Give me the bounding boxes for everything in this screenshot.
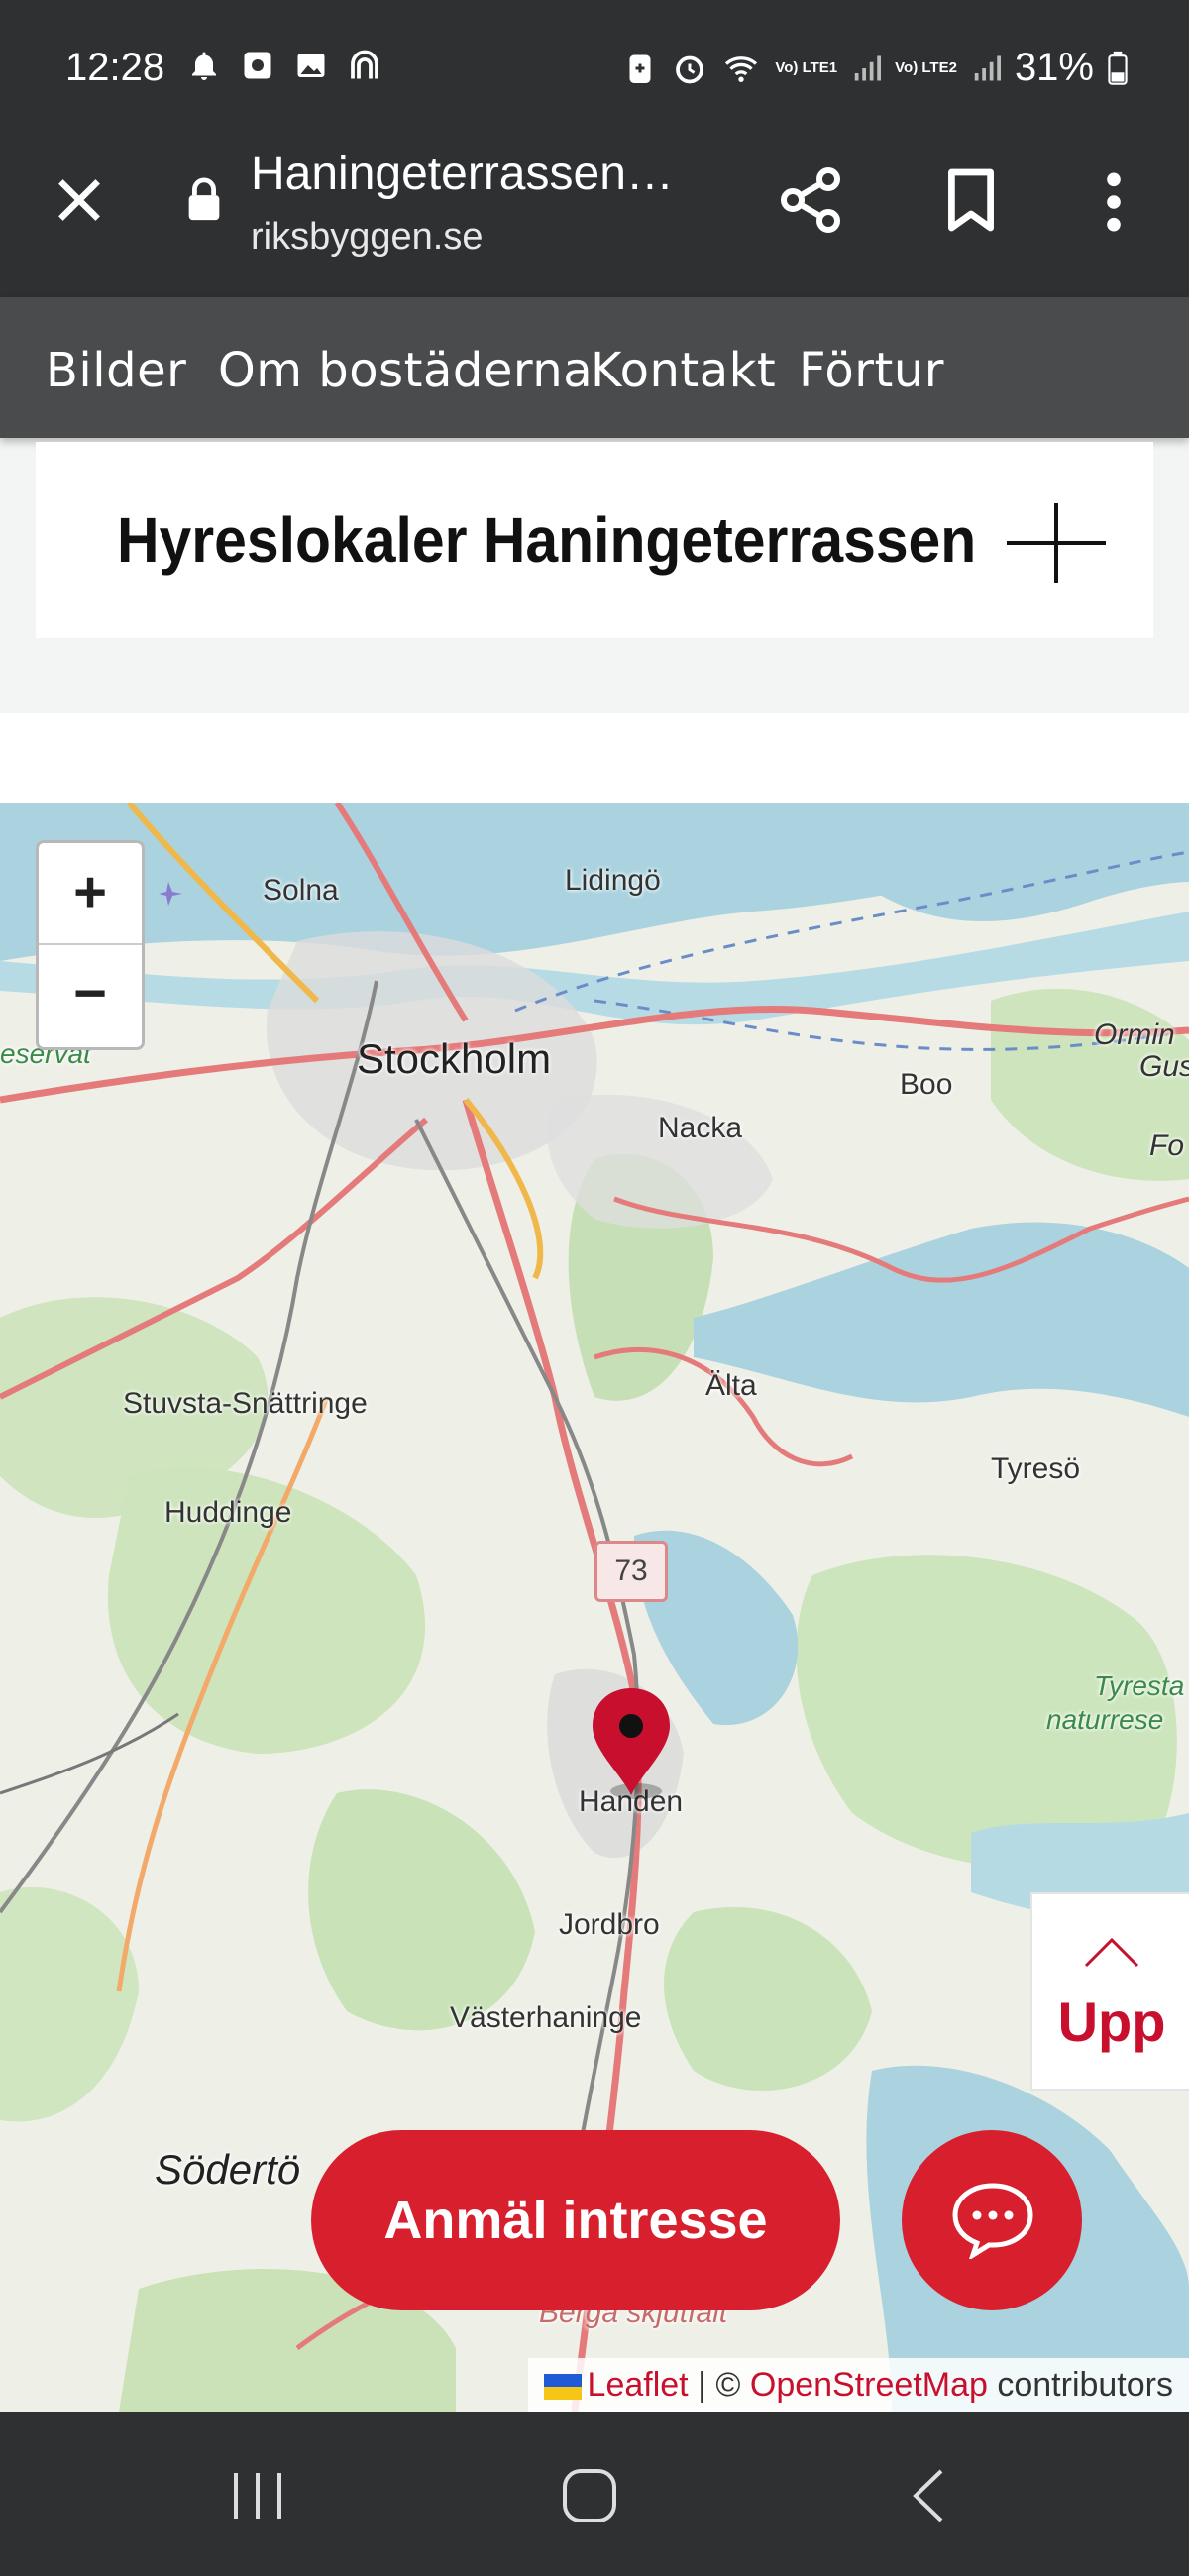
osm-link[interactable]: OpenStreetMap xyxy=(750,2366,988,2404)
zoom-in-button[interactable]: + xyxy=(39,843,142,945)
map-label-boo: Boo xyxy=(900,1068,953,1101)
map-label-tyresta: Tyresta xyxy=(1094,1670,1185,1701)
lock-icon xyxy=(188,177,220,221)
map-label-gus: Gus xyxy=(1139,1050,1189,1083)
battery-percent: 31% xyxy=(1014,46,1094,89)
attribution-contributors: contributors xyxy=(987,2366,1173,2404)
accordion-title: Hyreslokaler Haningeterrassen xyxy=(117,504,977,576)
map-attribution: Leaflet | © OpenStreetMap contributors xyxy=(527,2358,1189,2412)
status-time: 12:28 xyxy=(65,46,165,89)
notification-icons xyxy=(186,48,382,83)
status-bar: 12:28 Vo) LTE1 Vo) LTE2 31% xyxy=(0,0,1189,139)
leaflet-link[interactable]: Leaflet xyxy=(588,2366,689,2404)
map-label-ormin: Ormin xyxy=(1094,1019,1175,1051)
signal-2-icon xyxy=(974,55,1001,80)
url-host[interactable]: riksbyggen.se xyxy=(251,216,483,259)
map-label-nacka: Nacka xyxy=(658,1112,743,1144)
page-title[interactable]: Haningeterrassen… xyxy=(251,147,674,201)
nav-item-om-bostaderna[interactable]: Om bostäderna xyxy=(218,343,593,398)
signal-1-icon xyxy=(854,55,882,80)
map-label-naturreservat: naturrese xyxy=(1046,1704,1164,1735)
back-icon[interactable] xyxy=(908,2467,947,2524)
bookmark-icon[interactable] xyxy=(943,166,999,234)
nav-item-kontakt[interactable]: Kontakt xyxy=(591,343,776,398)
map-label-lidingo: Lidingö xyxy=(565,864,661,897)
map-label-fo: Fo xyxy=(1149,1129,1185,1162)
map-label-sodertorn: Södertö xyxy=(155,2146,301,2193)
system-nav-bar xyxy=(0,2412,1189,2576)
map-label-stuvsta: Stuvsta-Snättringe xyxy=(123,1387,368,1420)
chat-button[interactable] xyxy=(902,2130,1082,2310)
recents-icon[interactable] xyxy=(230,2471,285,2521)
battery-icon xyxy=(1108,51,1128,85)
chevron-up-icon xyxy=(1084,1937,1139,1968)
nav-item-fortur[interactable]: Förtur xyxy=(799,343,944,398)
screenshot-icon xyxy=(244,52,271,79)
map-label-solna: Solna xyxy=(263,874,339,907)
site-nav: Bilder Om bostäderna Kontakt Förtur xyxy=(0,297,1189,438)
system-status-icons: Vo) LTE1 Vo) LTE2 31% xyxy=(622,46,1128,90)
sim1-label: Vo) LTE1 xyxy=(775,59,838,76)
expand-plus-icon[interactable] xyxy=(1007,503,1106,583)
map-label-stockholm: Stockholm xyxy=(357,1035,552,1082)
section-spacer xyxy=(0,713,1189,803)
map-label-huddinge: Huddinge xyxy=(164,1496,292,1529)
zoom-controls: + − xyxy=(36,840,145,1050)
home-icon[interactable] xyxy=(561,2467,618,2524)
arch-app-icon xyxy=(351,50,378,79)
register-interest-button[interactable]: Anmäl intresse xyxy=(311,2130,840,2310)
ukraine-flag-icon xyxy=(543,2374,582,2401)
wifi-icon xyxy=(725,55,758,82)
zoom-out-button[interactable]: − xyxy=(39,944,142,1044)
map-label-vasterhaninge: Västerhaninge xyxy=(450,2001,642,2034)
road-shield-73: 73 xyxy=(594,1541,668,1602)
map-label-alta: Älta xyxy=(705,1369,757,1402)
attribution-separator: | © xyxy=(688,2366,750,2404)
close-tab-icon[interactable] xyxy=(48,168,111,232)
nav-item-bilder[interactable]: Bilder xyxy=(46,343,186,398)
sim2-label: Vo) LTE2 xyxy=(895,59,957,76)
chat-bubble-icon xyxy=(952,2183,1033,2259)
accordion-hyreslokaler[interactable]: Hyreslokaler Haningeterrassen xyxy=(36,442,1153,638)
map-label-tyreso: Tyresö xyxy=(991,1452,1081,1485)
alarm-icon xyxy=(676,55,704,83)
bell-icon xyxy=(192,52,216,80)
location-pin-icon[interactable] xyxy=(587,1684,676,1803)
share-icon[interactable] xyxy=(775,164,846,236)
more-menu-icon[interactable] xyxy=(1094,168,1134,236)
scroll-to-top-label: Upp xyxy=(1057,1990,1166,2053)
battery-saver-icon xyxy=(629,54,651,83)
scroll-to-top-button[interactable]: Upp xyxy=(1030,1892,1189,2091)
gallery-icon xyxy=(297,54,325,77)
map-label-jordbro: Jordbro xyxy=(559,1908,660,1941)
